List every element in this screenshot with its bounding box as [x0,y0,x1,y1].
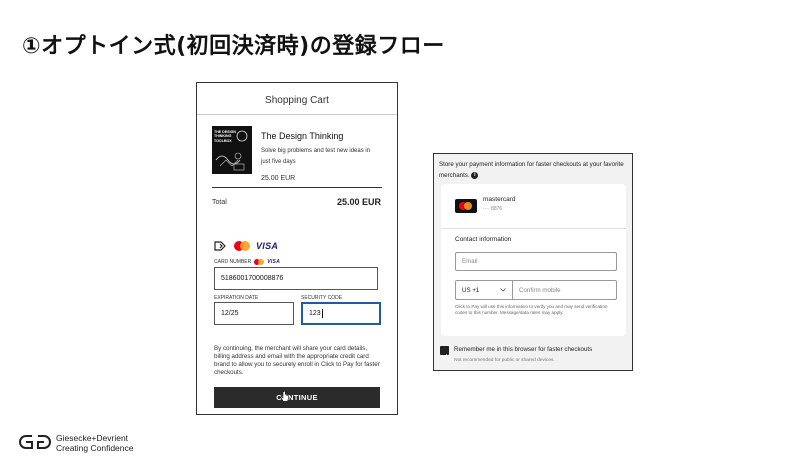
contact-heading: Contact information [455,236,512,243]
product-description: Solve big problems and test new ideas in… [261,148,371,165]
product-name: The Design Thinking [261,131,344,141]
click-to-pay-card: mastercard ···· 8876 Contact information… [441,184,626,336]
country-code-value: US +1 [462,286,480,294]
text-caret [321,309,323,318]
divider [212,187,382,188]
card-number-label: CARD NUMBER VISA [214,259,280,265]
chevron-down-icon [500,288,506,292]
click-to-pay-header: Store your payment information for faste… [439,159,629,181]
checkmark-icon [441,354,448,360]
card-brand-name: mastercard [483,196,516,203]
click-to-pay-panel: Store your payment information for faste… [433,153,633,371]
card-masked-number: ···· 8876 [483,206,503,212]
cart-title: Shopping Cart [265,95,329,106]
payment-brand-icons: VISA [214,240,278,252]
product-price: 25.00 EUR [261,175,296,182]
slide-title: ①オプトイン式(初回決済時)の登録フロー [22,34,445,59]
security-code-label: SECURITY CODE [301,295,343,301]
verification-note: Click to Pay will use this information t… [455,304,608,316]
info-icon[interactable]: i [471,171,479,179]
security-code-input[interactable]: 123 [301,302,381,325]
card-number-input[interactable]: 5186001700008876 [214,267,378,290]
company-name: Giesecke+Devrient [56,433,129,443]
email-placeholder: Email [462,258,478,265]
shopping-cart-panel: Shopping Cart THE DESIGN THINKING TOOLBO… [196,82,398,415]
remember-me-checkbox[interactable] [440,346,449,360]
remember-me-subtext: Not recommended for public or shared dev… [454,358,555,363]
continue-button[interactable]: CONTINUE [214,387,380,408]
mastercard-icon [254,259,265,265]
card-number-label-text: CARD NUMBER [214,259,252,265]
mastercard-icon [234,241,250,251]
card-number-value: 5186001700008876 [221,275,284,282]
product-image: THE DESIGN THINKING TOOLBOX [212,126,252,174]
mobile-placeholder: Confirm mobile [519,286,561,294]
mastercard-icon [455,199,477,213]
mobile-input[interactable]: Confirm mobile [512,280,617,300]
country-code-select[interactable]: US +1 [455,280,513,300]
product-cover-text: THE DESIGN THINKING TOOLBOX [214,130,236,143]
expiration-value: 12/25 [221,310,239,317]
visa-icon: VISA [267,259,281,265]
email-input[interactable]: Email [455,252,617,271]
total-label: Total [212,199,227,206]
hand-pointer-icon [280,391,289,402]
total-value: 25.00 EUR [336,197,381,207]
click-to-pay-icon [214,241,226,251]
divider [197,114,397,115]
expiration-input[interactable]: 12/25 [214,302,294,325]
consent-text: By continuing, the merchant will share y… [214,345,380,376]
divider [441,228,626,229]
giesecke-devrient-logo [19,435,51,449]
visa-icon: VISA [256,241,279,251]
remember-me-label: Remember me in this browser for faster c… [454,346,593,353]
expiration-label: EXPIRATION DATE [214,295,259,301]
company-tagline: Creating Confidence [56,443,134,453]
security-code-value: 123 [309,310,321,317]
click-to-pay-header-text: Store your payment information for faste… [439,161,624,179]
